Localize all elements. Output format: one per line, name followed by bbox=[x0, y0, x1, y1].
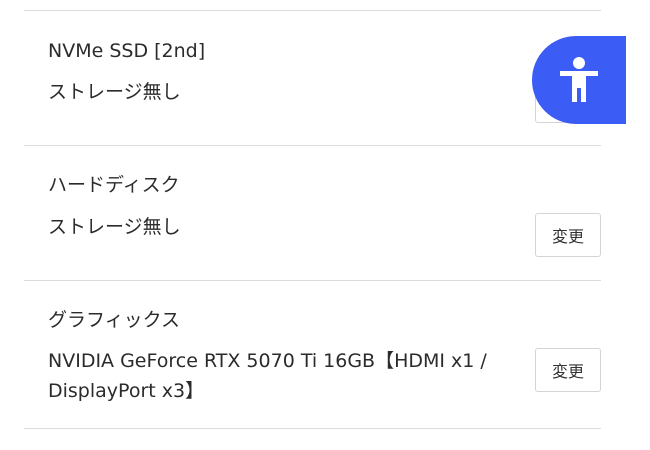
spec-value: NVIDIA GeForce RTX 5070 Ti 16GB【HDMI x1 … bbox=[48, 350, 487, 402]
divider bbox=[24, 428, 601, 429]
spec-row-nvme-ssd-2nd: NVMe SSD [2nd] ストレージ無し 変更 bbox=[24, 11, 601, 145]
accessibility-person-icon bbox=[560, 57, 598, 102]
spec-value: ストレージ無し bbox=[48, 81, 181, 103]
spec-row-graphics: グラフィックス NVIDIA GeForce RTX 5070 Ti 16GB【… bbox=[24, 281, 601, 428]
spec-value: ストレージ無し bbox=[48, 216, 181, 238]
spec-label: NVMe SSD [2nd] bbox=[48, 40, 206, 62]
change-button[interactable]: 変更 bbox=[535, 213, 601, 257]
spec-row-hard-disk: ハードディスク ストレージ無し 変更 bbox=[24, 146, 601, 280]
change-button[interactable]: 変更 bbox=[535, 348, 601, 392]
spec-label: グラフィックス bbox=[48, 309, 181, 331]
spec-label: ハードディスク bbox=[48, 174, 180, 196]
accessibility-button[interactable] bbox=[532, 36, 626, 124]
